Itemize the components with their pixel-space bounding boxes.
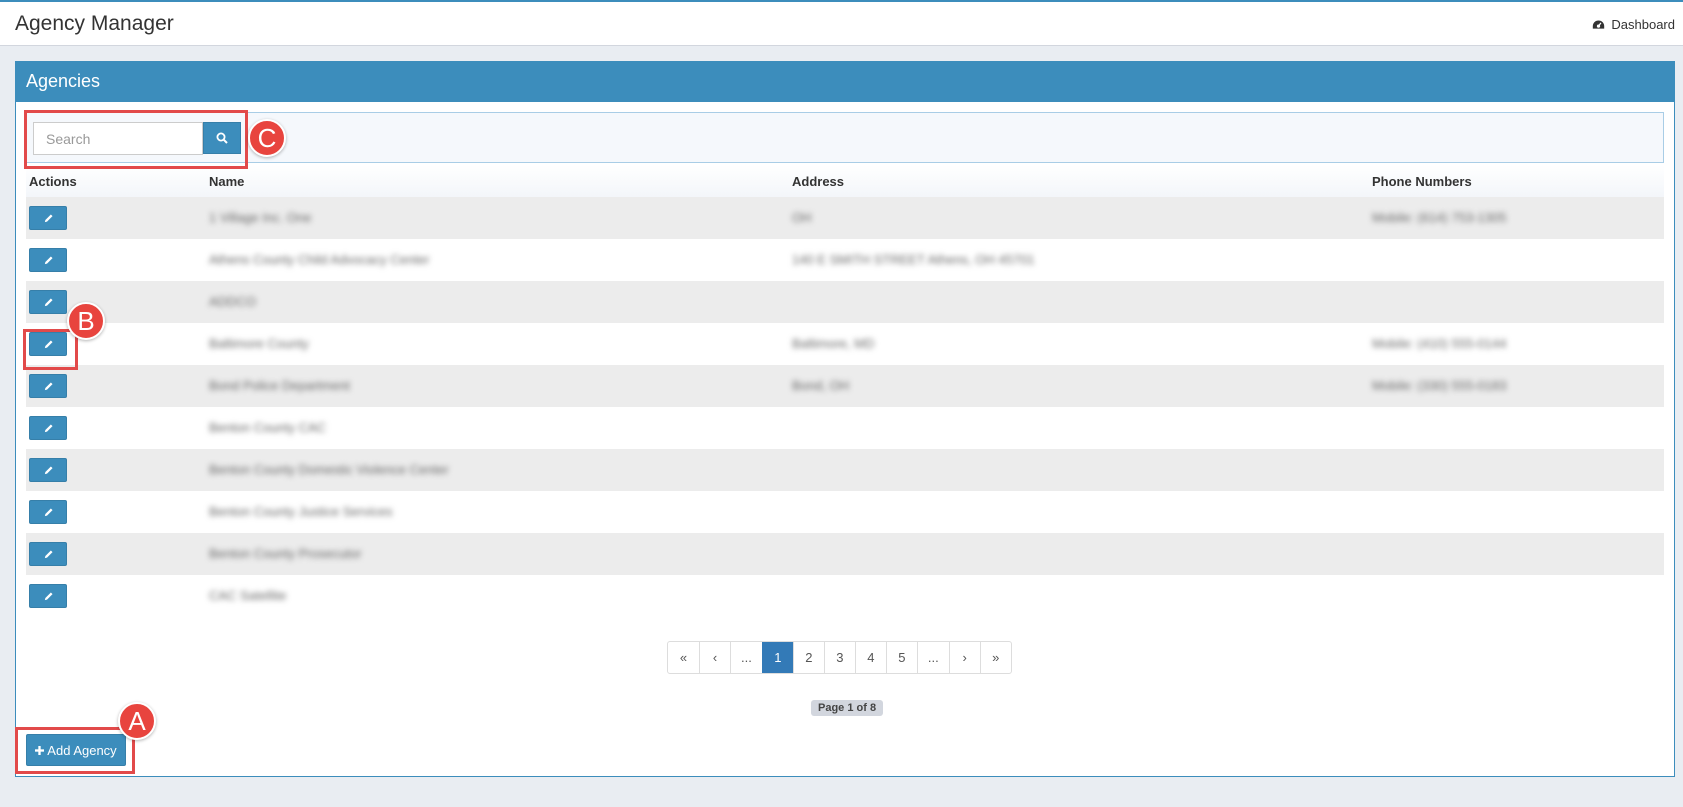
page-prev-button[interactable]: ‹ [699,642,730,673]
cell-phone: Mobile: (410) 555-0144 [1372,336,1507,351]
table-row: Bond Police Department Bond, OH Mobile: (3… [26,365,1664,407]
annotation-marker-a: A [118,702,156,740]
pencil-icon [44,591,53,600]
page-4-button[interactable]: 4 [854,642,886,673]
cell-name: CAC Satellite [209,588,287,603]
dashboard-link[interactable]: Dashboard [1592,17,1675,32]
cell-name: Benton County CAC [209,420,327,435]
pencil-icon [44,465,53,474]
edit-button[interactable] [29,206,67,230]
pencil-icon [44,297,53,306]
cell-address: 140 E SMITH STREET Athens, OH 45701 [792,252,1035,267]
page-indicator: Page 1 of 8 [811,700,884,716]
table-row: Baltimore County Baltimore, MD Mobile: (41… [26,323,1664,365]
page-first-button[interactable]: « [668,642,699,673]
page-last-button[interactable]: » [979,642,1011,673]
edit-button[interactable] [29,458,67,482]
pencil-icon [44,255,53,264]
cell-address: Bond, OH [792,378,850,393]
pencil-icon [44,381,53,390]
edit-button[interactable] [29,248,67,272]
cell-name: Baltimore County [209,336,309,351]
cell-address: Baltimore, MD [792,336,875,351]
annotation-marker-b: B [67,302,105,340]
table-row: Benton County Prosecutor [26,533,1664,575]
edit-button[interactable] [29,500,67,524]
table-row: ADDCO [26,281,1664,323]
highlight-box-a [15,727,135,774]
pagination: « ‹ ... 1 2 3 4 5 ... › » [667,641,1012,674]
cell-name: ADDCO [209,294,256,309]
column-header-phone: Phone Numbers [1372,174,1472,189]
page-ellipsis-left: ... [730,642,762,673]
table-row: 1 Village Inc. One OH Mobile: (614) 753-13… [26,197,1664,239]
table-row: Benton County Domestic Violence Center [26,449,1664,491]
cell-name: Athens County Child Advocacy Center [209,252,430,267]
cell-phone: Mobile: (614) 753-1305 [1372,210,1507,225]
page-ellipsis-right: ... [916,642,949,673]
dashboard-icon [1593,20,1605,29]
pencil-icon [44,423,53,432]
column-header-address: Address [792,174,845,189]
highlight-box-b [23,329,78,370]
pencil-icon [44,213,53,222]
page-1-button[interactable]: 1 [761,642,793,673]
annotation-marker-c: C [248,119,286,157]
table-row: Athens County Child Advocacy Center 140 E… [26,239,1664,281]
table-header: Actions Name Address Phone Numbers [26,165,1664,197]
app-title: Agency Manager [15,12,174,35]
edit-button[interactable] [29,584,67,608]
edit-button[interactable] [29,542,67,566]
pencil-icon [44,549,53,558]
top-navbar: Agency Manager Dashboard [0,0,1683,46]
highlight-box-c [24,110,248,169]
cell-name: Benton County Prosecutor [209,546,362,561]
page-3-button[interactable]: 3 [823,642,855,673]
table-row: Benton County CAC [26,407,1664,449]
cell-name: Benton County Domestic Violence Center [209,462,449,477]
edit-button[interactable] [29,374,67,398]
page-next-button[interactable]: › [948,642,980,673]
column-header-actions: Actions [29,174,77,189]
pencil-icon [44,507,53,516]
table-row: Benton County Justice Services [26,491,1664,533]
panel-title: Agencies [16,62,1674,102]
agencies-table: Actions Name Address Phone Numbers 1 Vil… [26,165,1664,617]
cell-name: Benton County Justice Services [209,504,393,519]
edit-button[interactable] [29,290,67,314]
cell-phone: Mobile: (330) 555-0183 [1372,378,1507,393]
column-header-name: Name [209,174,245,189]
page-5-button[interactable]: 5 [885,642,917,673]
edit-button[interactable] [29,416,67,440]
cell-name: 1 Village Inc. One [209,210,312,225]
table-row: CAC Satellite [26,575,1664,617]
cell-name: Bond Police Department [209,378,350,393]
page-2-button[interactable]: 2 [792,642,824,673]
dashboard-link-label: Dashboard [1611,17,1675,32]
cell-address: OH [792,210,812,225]
table-body: 1 Village Inc. One OH Mobile: (614) 753-13… [26,197,1664,617]
